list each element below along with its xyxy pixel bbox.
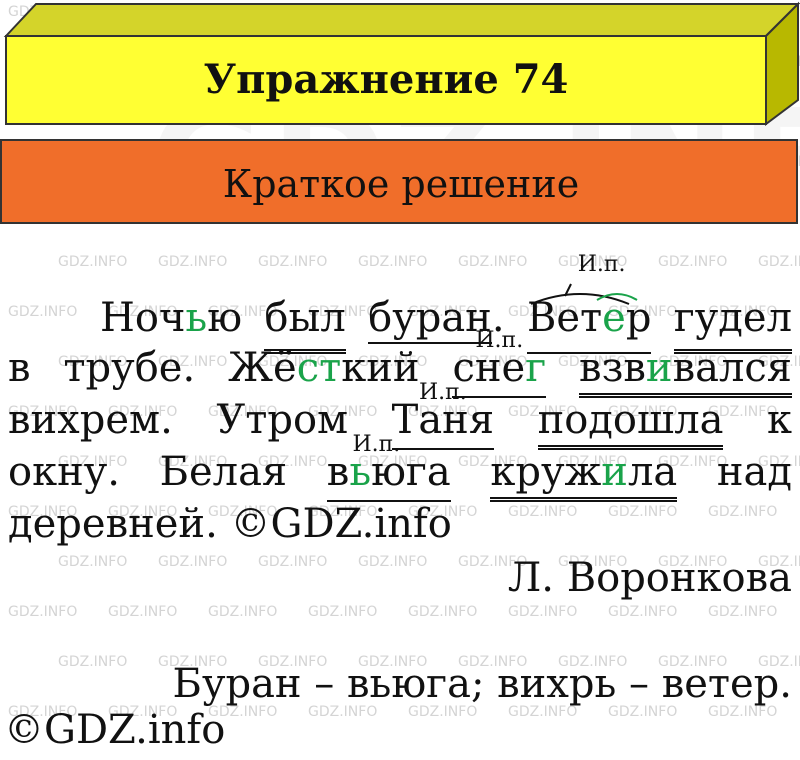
watermark-text: GDZ.INFO [58,254,128,270]
word-kruzhila: кружила [490,442,678,502]
word-derevney: деревней. ©GDZ.info [8,501,452,547]
word-zhestkiy: Жёсткий [228,345,420,391]
watermark-text: GDZ.INFO [758,254,800,270]
case-label: И.п. [475,328,524,353]
watermark-text: GDZ.INFO [658,254,728,270]
word-nad: над [716,449,792,495]
subtitle-text: Краткое решение [222,161,580,206]
watermark-text: GDZ.INFO [458,254,528,270]
text-line-4: окну. Белая И.п. вьюга кружила над [8,434,792,502]
word-utrom: Утром [216,397,349,443]
word-k: к [766,397,792,443]
watermark-text: GDZ.INFO [258,254,328,270]
text-line-2: в трубе. Жёсткий И.п. снег взвивался [8,330,792,398]
page-title: Упражнение 74 [203,55,569,103]
word-tanya: И.п. Таня [391,382,495,450]
word-vyuga: И.п. вьюга [326,434,451,502]
author: Л. Воронкова [507,555,792,601]
word-v: в [8,345,31,391]
word-oknu: окну. [8,449,120,495]
word-belaya: Белая [159,449,288,495]
text-line-5: деревней. ©GDZ.info [8,494,792,554]
subtitle-bar: Краткое решение [0,139,798,224]
case-label: И.п. [352,432,401,457]
word-podoshla: подошла [537,390,724,450]
case-label: И.п. [577,252,626,277]
case-label: И.п. [418,380,467,405]
root-arc [530,283,638,305]
watermark-text: GDZ.INFO [158,254,228,270]
answer-line-2: ©GDZ.info [4,707,226,753]
watermark-text: GDZ.INFO [358,254,428,270]
word-trube: трубе. [63,345,196,391]
title-box: Упражнение 74 [0,0,800,140]
word-vikhrem: вихрем. [8,397,173,443]
word-vzvivalsya: взвивался [579,338,792,398]
